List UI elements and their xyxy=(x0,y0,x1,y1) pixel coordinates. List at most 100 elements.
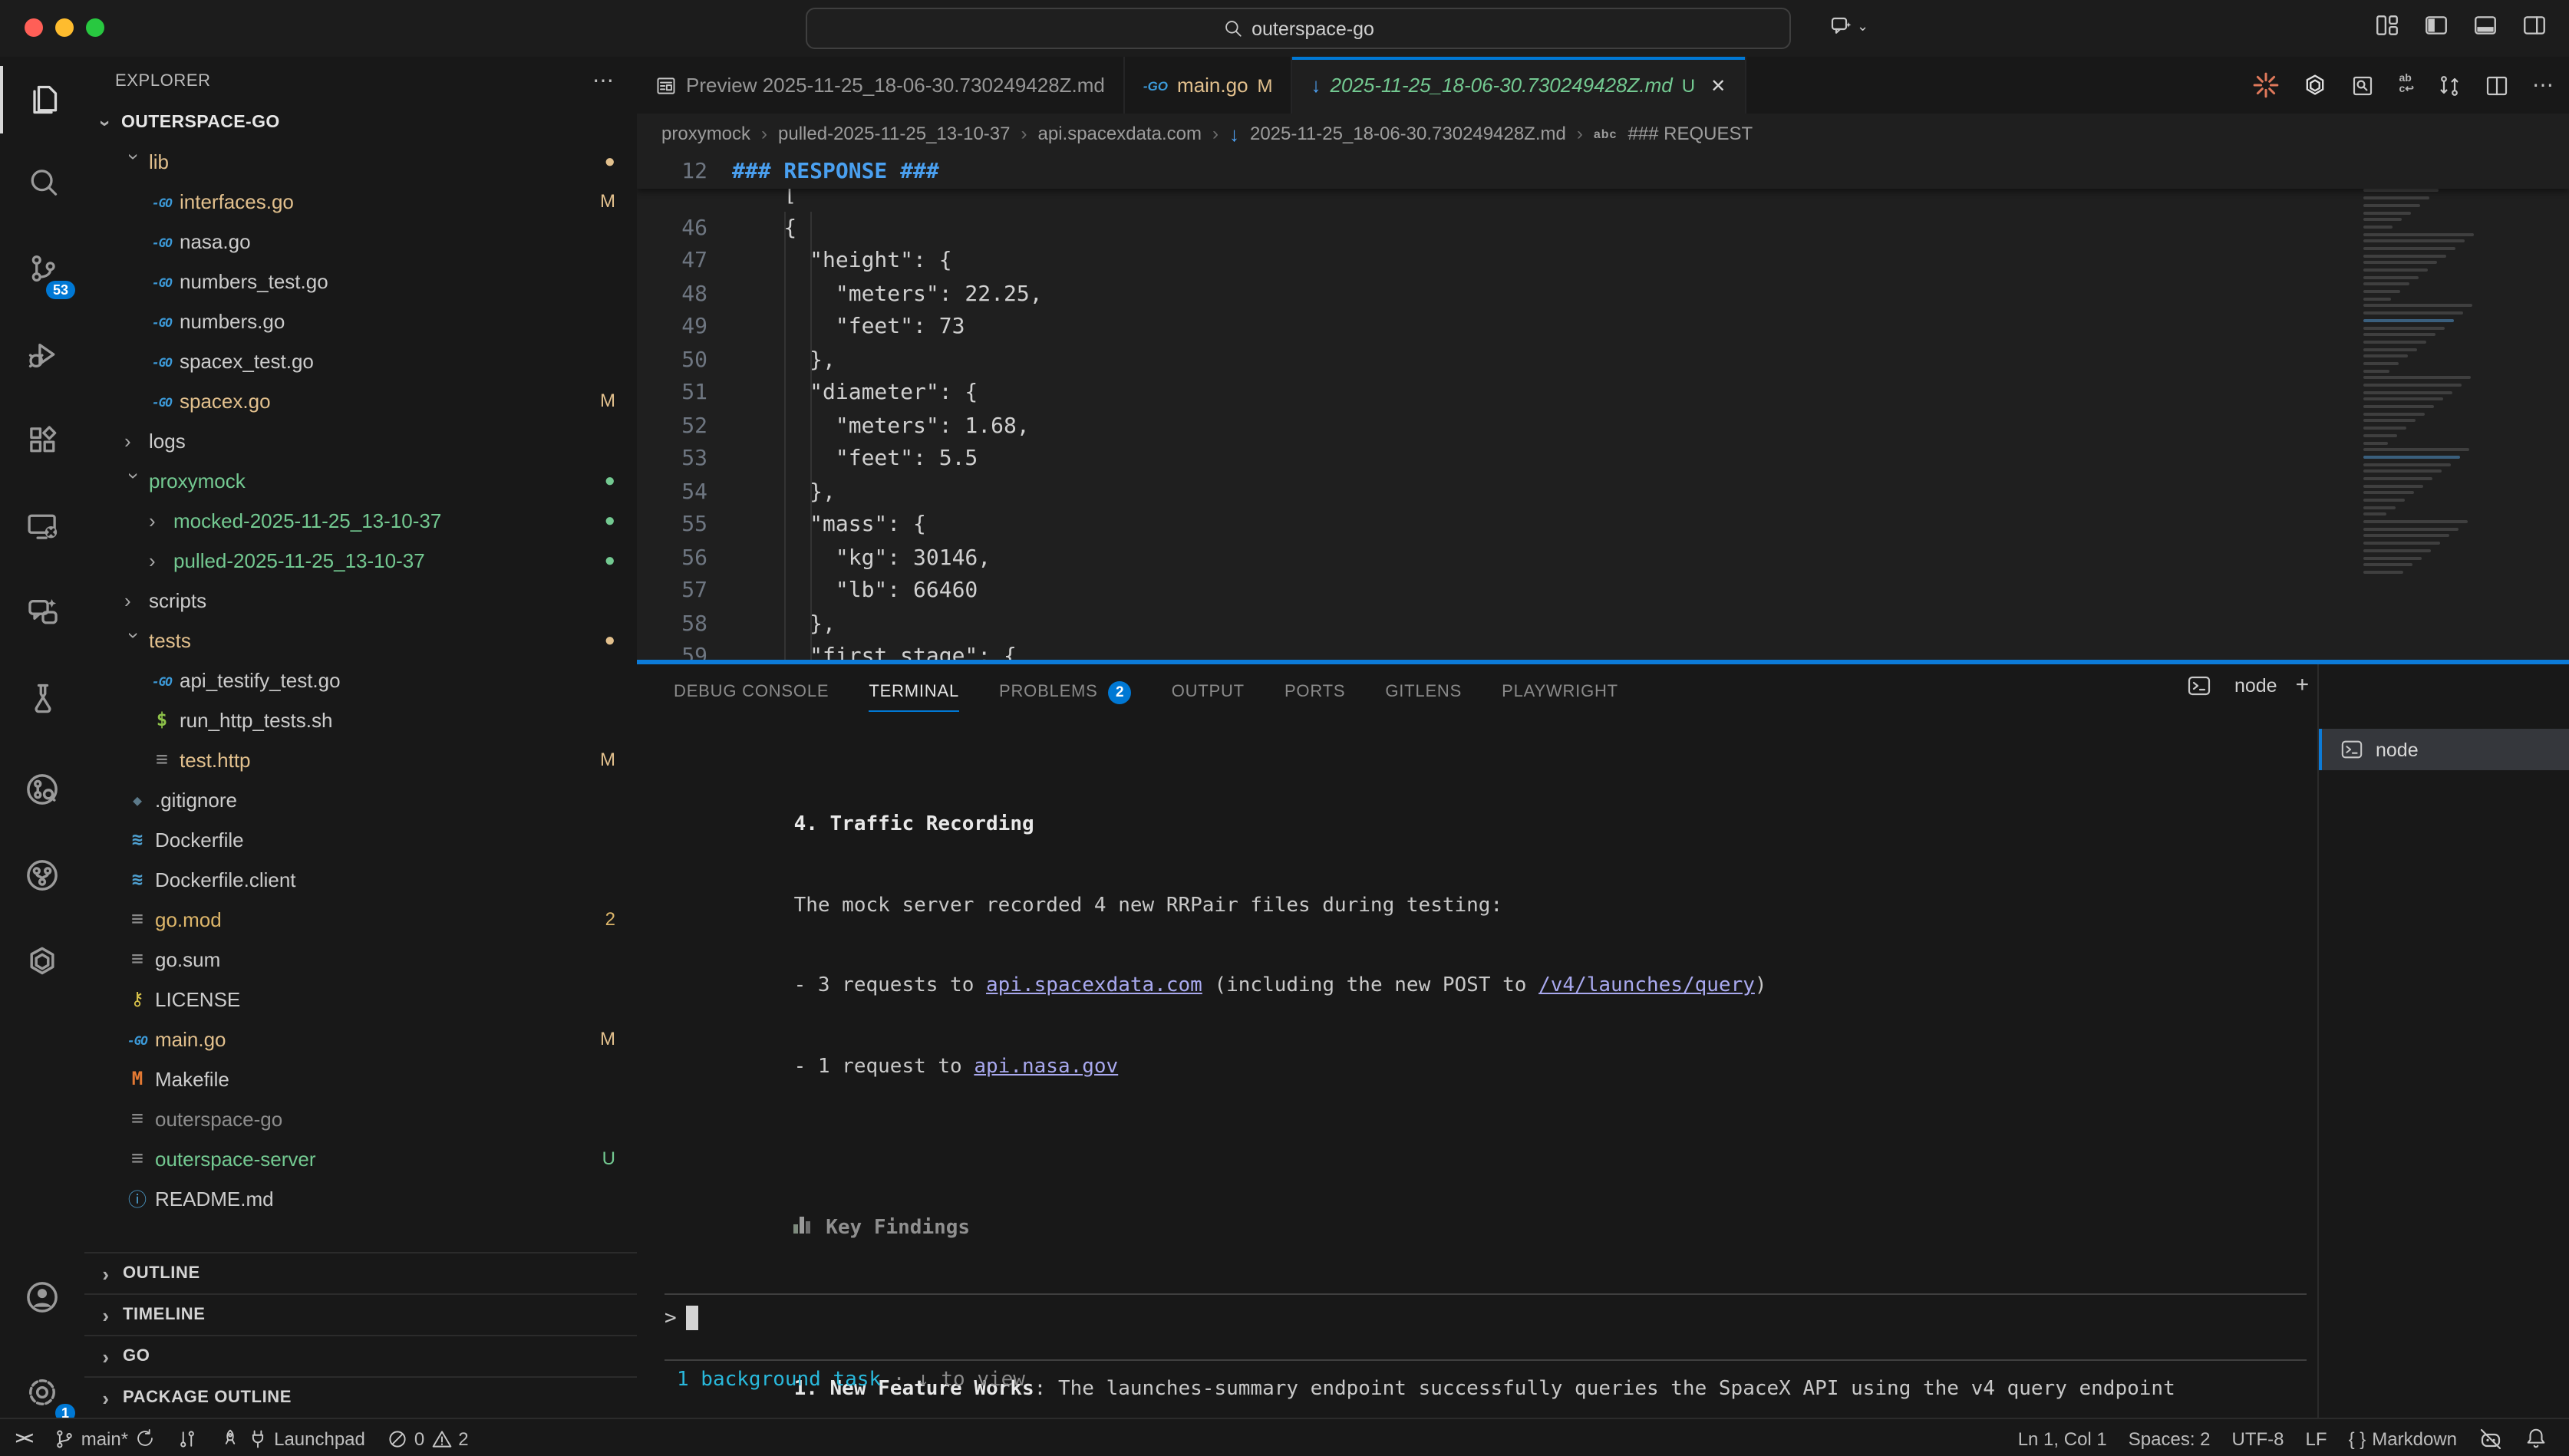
file-row[interactable]: › lib ● xyxy=(84,141,637,181)
openai-icon[interactable] xyxy=(2302,72,2328,98)
code-editor[interactable]: 12 ### RESPONSE ### [ 46 { 47 "height": … xyxy=(637,153,2569,660)
sidebar-section-header[interactable]: › GO xyxy=(84,1335,637,1376)
explorer-more-actions-icon[interactable]: ⋯ xyxy=(592,68,615,94)
sync-changes-icon[interactable] xyxy=(2437,73,2462,97)
command-center-search[interactable]: outerspace-go xyxy=(806,8,1791,49)
file-row[interactable]: › numbers_test.go xyxy=(84,261,637,301)
file-row[interactable]: › outerspace-server U xyxy=(84,1138,637,1178)
tab-response-md[interactable]: ↓ 2025-11-25_18-06-30.730249428Z.md U ✕ xyxy=(1293,57,1746,114)
search-editor-icon[interactable] xyxy=(2351,73,2376,97)
file-name: outerspace-go xyxy=(155,1107,282,1130)
indentation[interactable]: Spaces: 2 xyxy=(2129,1428,2211,1449)
word-wrap-icon[interactable]: abc↩ xyxy=(2399,75,2414,94)
problems-status[interactable]: 0 2 xyxy=(387,1428,469,1449)
language-mode[interactable]: { } Markdown xyxy=(2349,1428,2457,1449)
remote-indicator[interactable]: >< xyxy=(15,1429,32,1448)
git-graph-view-icon[interactable] xyxy=(0,841,84,908)
new-terminal-icon[interactable]: + xyxy=(2296,672,2310,698)
source-control-view-icon[interactable]: 53 xyxy=(0,235,84,302)
remote-explorer-view-icon[interactable] xyxy=(0,492,84,560)
eol-sequence[interactable]: LF xyxy=(2306,1428,2327,1449)
claude-starburst-icon[interactable] xyxy=(2253,72,2279,98)
file-row[interactable]: › proxymock ● xyxy=(84,460,637,500)
customize-layout-icon[interactable] xyxy=(2374,12,2400,38)
file-row[interactable]: › logs xyxy=(84,420,637,460)
file-row[interactable]: › interfaces.go M xyxy=(84,181,637,221)
chat-view-icon[interactable] xyxy=(0,578,84,646)
file-row[interactable]: › Dockerfile xyxy=(84,819,637,859)
file-row[interactable]: › scripts xyxy=(84,580,637,620)
panel-tab[interactable]: DEBUG CONSOLE xyxy=(674,664,829,720)
terminal-list-item[interactable]: node xyxy=(2319,729,2569,770)
file-row[interactable]: › pulled-2025-11-25_13-10-37 ● xyxy=(84,540,637,580)
search-view-icon[interactable] xyxy=(0,149,84,216)
testing-view-icon[interactable] xyxy=(0,664,84,732)
breadcrumb-item[interactable]: proxymock xyxy=(661,123,750,144)
more-actions-icon[interactable]: ⋯ xyxy=(2532,72,2554,98)
file-row[interactable]: › Dockerfile.client xyxy=(84,859,637,899)
run-debug-view-icon[interactable] xyxy=(0,321,84,388)
file-row[interactable]: › api_testify_test.go xyxy=(84,660,637,700)
panel-tab[interactable]: PORTS xyxy=(1284,664,1345,720)
file-row[interactable]: › spacex_test.go xyxy=(84,341,637,380)
file-row[interactable]: › LICENSE xyxy=(84,979,637,1019)
file-row[interactable]: › spacex.go M xyxy=(84,380,637,420)
zoom-window-button[interactable] xyxy=(86,18,104,37)
tab-main-go[interactable]: -GO main.go M xyxy=(1125,57,1293,114)
extensions-view-icon[interactable] xyxy=(0,407,84,474)
file-row[interactable]: › nasa.go xyxy=(84,221,637,261)
compare-branches-item[interactable] xyxy=(176,1428,197,1449)
accounts-icon[interactable] xyxy=(0,1263,84,1330)
gitlens-view-icon[interactable] xyxy=(0,755,84,822)
background-task-bar[interactable]: 1 background task · ↓ to view xyxy=(677,1369,1025,1392)
sidebar-section-header[interactable]: › TIMELINE xyxy=(84,1293,637,1335)
file-row[interactable]: › test.http M xyxy=(84,740,637,779)
encoding[interactable]: UTF-8 xyxy=(2232,1428,2284,1449)
copilot-chat-button[interactable]: ⌄ xyxy=(1829,14,1868,38)
tab-preview-md[interactable]: Preview 2025-11-25_18-06-30.730249428Z.m… xyxy=(637,57,1125,114)
sidebar-section-header[interactable]: › OUTLINE xyxy=(84,1252,637,1293)
close-tab-icon[interactable]: ✕ xyxy=(1710,74,1726,96)
panel-tab[interactable]: TERMINAL xyxy=(869,664,959,720)
minimize-window-button[interactable] xyxy=(55,18,74,37)
notifications-bell-icon[interactable] xyxy=(2524,1427,2548,1450)
git-branch-icon xyxy=(54,1428,75,1449)
cursor-position[interactable]: Ln 1, Col 1 xyxy=(2018,1428,2107,1449)
explorer-view-icon[interactable] xyxy=(0,66,84,133)
file-row[interactable]: › mocked-2025-11-25_13-10-37 ● xyxy=(84,500,637,540)
openai-view-icon[interactable] xyxy=(0,927,84,994)
toggle-primary-sidebar-icon[interactable] xyxy=(2423,12,2449,38)
file-row[interactable]: › tests ● xyxy=(84,620,637,660)
close-window-button[interactable] xyxy=(25,18,43,37)
panel-tab[interactable]: PLAYWRIGHT xyxy=(1502,664,1618,720)
file-row[interactable]: › go.sum xyxy=(84,939,637,979)
file-row[interactable]: › go.mod 2 xyxy=(84,899,637,939)
breadcrumb-item[interactable]: 2025-11-25_18-06-30.730249428Z.md xyxy=(1250,123,1566,144)
file-row[interactable]: › main.go M xyxy=(84,1019,637,1059)
toggle-panel-icon[interactable] xyxy=(2472,12,2498,38)
file-row[interactable]: › run_http_tests.sh xyxy=(84,700,637,740)
toggle-secondary-sidebar-icon[interactable] xyxy=(2521,12,2548,38)
file-row[interactable]: › Makefile xyxy=(84,1059,637,1099)
panel-tab[interactable]: PROBLEMS 2 xyxy=(999,664,1132,720)
settings-gear-icon[interactable]: 1 xyxy=(0,1358,84,1425)
terminal-prompt[interactable]: > xyxy=(665,1306,698,1330)
panel-resize-sash[interactable] xyxy=(637,660,2569,664)
split-editor-icon[interactable] xyxy=(2485,73,2509,97)
sticky-scroll-line[interactable]: 12 ### RESPONSE ### xyxy=(637,153,2569,189)
minimap[interactable] xyxy=(2357,156,2489,617)
copilot-disabled-icon[interactable] xyxy=(2478,1426,2503,1451)
panel-tab[interactable]: OUTPUT xyxy=(1172,664,1245,720)
launchpad-item[interactable]: Launchpad xyxy=(219,1428,365,1449)
panel-tab[interactable]: GITLENS xyxy=(1385,664,1462,720)
branch-status[interactable]: main* xyxy=(54,1428,154,1449)
sidebar-section-header[interactable]: › PACKAGE OUTLINE xyxy=(84,1376,637,1418)
file-row[interactable]: › numbers.go xyxy=(84,301,637,341)
breadcrumb-item[interactable]: api.spacexdata.com xyxy=(1038,123,1202,144)
breadcrumb-item[interactable]: ### REQUEST xyxy=(1627,123,1753,144)
file-row[interactable]: › .gitignore xyxy=(84,779,637,819)
file-row[interactable]: › README.md xyxy=(84,1178,637,1218)
file-row[interactable]: › outerspace-go xyxy=(84,1099,637,1138)
breadcrumb-item[interactable]: pulled-2025-11-25_13-10-37 xyxy=(778,123,1010,144)
workspace-root-folder[interactable]: › OUTERSPACE-GO xyxy=(84,104,637,141)
